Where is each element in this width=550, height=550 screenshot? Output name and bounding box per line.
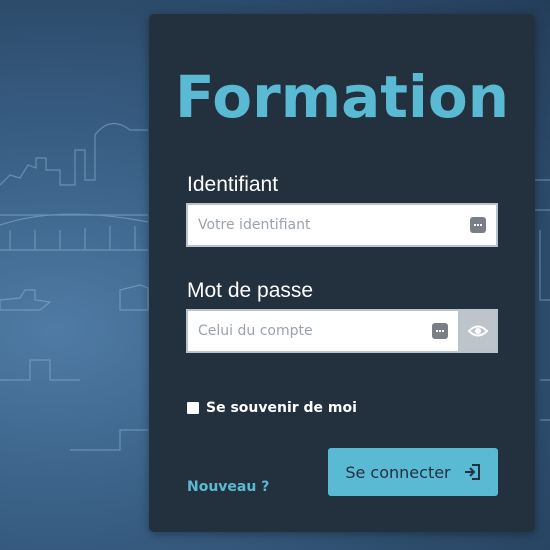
show-password-button[interactable] — [458, 309, 498, 353]
username-label: Identifiant — [187, 173, 279, 196]
keyboard-icon[interactable] — [470, 217, 486, 233]
password-input[interactable] — [188, 311, 448, 351]
remember-me-label[interactable]: Se souvenir de moi — [206, 400, 357, 416]
sign-in-icon — [464, 464, 480, 480]
password-field-wrapper — [186, 309, 458, 353]
login-button[interactable]: Se connecter — [328, 448, 498, 496]
login-card: Formation Identifiant Mot de passe Se so… — [149, 14, 535, 532]
username-field-wrapper — [186, 203, 498, 247]
remember-me[interactable]: Se souvenir de moi — [187, 400, 357, 416]
keyboard-icon[interactable] — [432, 323, 448, 339]
password-label: Mot de passe — [187, 279, 314, 302]
username-input[interactable] — [188, 205, 448, 245]
app-title: Formation — [174, 63, 510, 131]
new-account-link[interactable]: Nouveau ? — [187, 479, 269, 495]
eye-icon — [467, 325, 489, 337]
remember-me-checkbox[interactable] — [187, 402, 199, 414]
login-button-label: Se connecter — [345, 462, 451, 482]
